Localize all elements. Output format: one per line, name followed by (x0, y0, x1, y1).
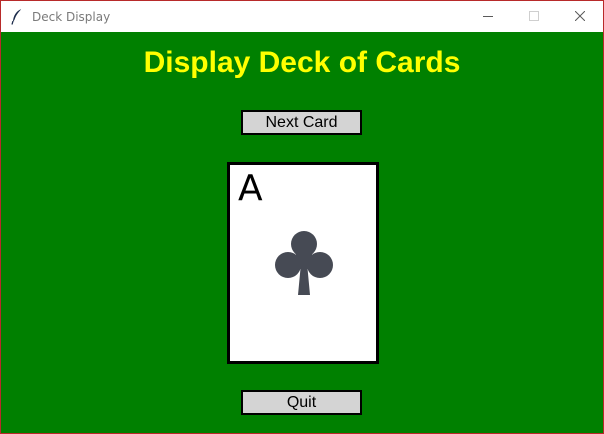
main-area: Display Deck of Cards Next Card A Quit (1, 32, 603, 433)
feather-icon (11, 8, 22, 25)
minimize-button[interactable] (465, 1, 511, 32)
club-suit-icon (275, 231, 333, 295)
quit-button[interactable]: Quit (241, 390, 362, 415)
title-bar[interactable]: Deck Display (1, 1, 603, 32)
close-button[interactable] (557, 1, 603, 32)
close-icon (575, 11, 585, 21)
page-title: Display Deck of Cards (143, 46, 461, 79)
maximize-button[interactable] (511, 1, 557, 32)
window-title: Deck Display (32, 10, 111, 24)
card-rank: A (238, 168, 263, 209)
maximize-icon (529, 11, 539, 21)
minimize-icon (483, 16, 493, 17)
playing-card: A (227, 162, 379, 364)
app-window: Deck Display Display Deck of Cards Next … (0, 0, 604, 434)
next-card-button[interactable]: Next Card (241, 110, 362, 135)
